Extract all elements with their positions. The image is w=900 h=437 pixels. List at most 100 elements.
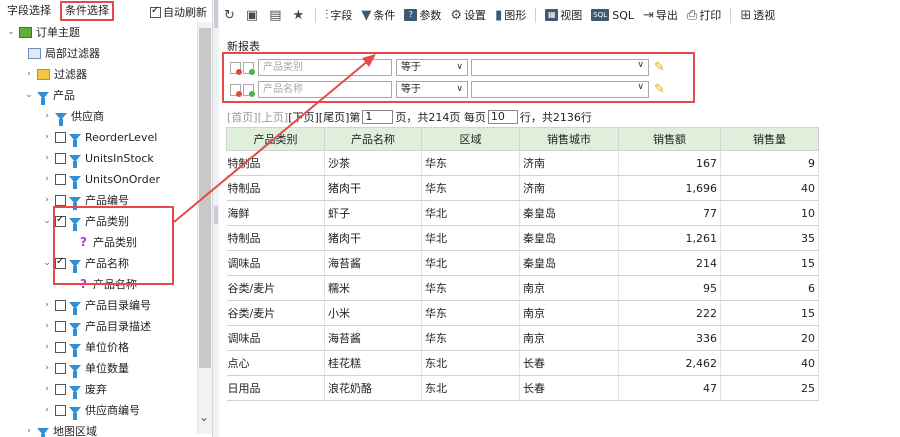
splitter-grip-mid[interactable] xyxy=(214,206,218,224)
add-condition-icon[interactable] xyxy=(243,83,255,97)
condition-field-input[interactable]: 产品类别 xyxy=(258,59,392,76)
chevron-right-icon[interactable]: › xyxy=(42,384,52,394)
print-button[interactable]: ⎙ 打印 xyxy=(687,7,721,23)
add-condition-icon[interactable] xyxy=(243,61,255,75)
tree-node-checkbox[interactable] xyxy=(55,131,66,143)
column-header[interactable]: 区域 xyxy=(421,127,520,151)
chevron-right-icon[interactable]: › xyxy=(42,300,52,310)
tree-node[interactable]: › 产品目录编号 xyxy=(42,295,151,315)
tree-node-checkbox[interactable] xyxy=(55,362,66,374)
chevron-right-icon[interactable]: › xyxy=(42,405,52,415)
chevron-down-icon[interactable]: ⌄ xyxy=(24,90,34,100)
chevron-right-icon[interactable]: › xyxy=(24,69,34,79)
column-header[interactable]: 销售城市 xyxy=(519,127,619,151)
tree-node-checkbox[interactable] xyxy=(55,341,66,353)
tree-node[interactable]: › UnitsOnOrder xyxy=(42,169,160,189)
pivot-button[interactable]: ⊞ 透视 xyxy=(740,7,775,23)
table-row[interactable]: 调味品 海苔酱 华东 南京 336 20 xyxy=(226,325,819,351)
per-page-input[interactable]: 10 xyxy=(487,110,518,124)
chevron-right-icon[interactable]: › xyxy=(42,174,52,184)
chevron-right-icon[interactable]: › xyxy=(42,132,52,142)
pager-prev[interactable]: [上页] xyxy=(258,109,289,125)
column-header[interactable]: 产品名称 xyxy=(324,127,422,151)
column-header[interactable]: 销售额 xyxy=(618,127,721,151)
condition-field-input[interactable]: 产品名称 xyxy=(258,81,392,98)
table-row[interactable]: 特制品 沙茶 华东 济南 167 9 xyxy=(226,150,819,176)
tree-node[interactable]: › 单位价格 xyxy=(42,337,129,357)
refresh-button[interactable]: ↻ xyxy=(224,8,237,23)
tree-node[interactable]: ⌄ 订单主题 xyxy=(6,22,80,42)
page-number-input[interactable]: 1 xyxy=(362,110,394,124)
condition-button[interactable]: ▼ 条件 xyxy=(361,7,395,23)
tree-node[interactable]: › 产品目录描述 xyxy=(42,316,151,336)
auto-refresh-checkbox[interactable] xyxy=(150,5,161,18)
table-row[interactable]: 谷类/麦片 糯米 华东 南京 95 6 xyxy=(226,275,819,301)
chevron-right-icon[interactable]: › xyxy=(42,195,52,205)
table-row[interactable]: 海鲜 虾子 华北 秦皇岛 77 10 xyxy=(226,200,819,226)
tree-node[interactable]: › 废弃 xyxy=(42,379,107,399)
table-row[interactable]: 特制品 猪肉干 华东 济南 1,696 40 xyxy=(226,175,819,201)
tree-node-checkbox[interactable] xyxy=(55,320,66,332)
chevron-down-icon[interactable]: ⌄ xyxy=(6,27,16,37)
table-row[interactable]: 日用品 浪花奶酪 东北 长春 47 25 xyxy=(226,375,819,401)
export-button[interactable]: ⇥ 导出 xyxy=(643,7,678,23)
tree-node-checkbox[interactable] xyxy=(55,299,66,311)
condition-value-select[interactable]: ∨ xyxy=(471,81,649,98)
condition-operator-select[interactable]: 等于 ∨ xyxy=(396,59,468,76)
pager-first[interactable]: [首页] xyxy=(227,109,258,125)
remove-condition-icon[interactable] xyxy=(230,83,242,97)
splitter-grip-top[interactable] xyxy=(214,0,218,28)
remove-condition-icon[interactable] xyxy=(230,61,242,75)
view-button[interactable]: ▦ 视图 xyxy=(545,7,582,23)
sql-button[interactable]: SQL SQL xyxy=(591,9,634,22)
tree-node-checkbox[interactable] xyxy=(55,404,66,416)
chevron-right-icon[interactable]: › xyxy=(42,363,52,373)
tree-node[interactable]: › 地图区域 xyxy=(24,421,97,437)
tree-node[interactable]: 局部过滤器 xyxy=(28,43,100,63)
table-row[interactable]: 点心 桂花糕 东北 长春 2,462 40 xyxy=(226,350,819,376)
chevron-down-icon[interactable]: ⌄ xyxy=(42,258,52,268)
tree-node[interactable]: ⌄ 产品 xyxy=(24,85,75,105)
pager-last[interactable]: [尾页] xyxy=(319,109,350,125)
tree-node[interactable]: › UnitsInStock xyxy=(42,148,154,168)
tree-node[interactable]: › 单位数量 xyxy=(42,358,129,378)
tree-node[interactable]: › ReorderLevel xyxy=(42,127,157,147)
save-button[interactable]: ▣ xyxy=(246,8,260,23)
pencil-icon[interactable]: ✎ xyxy=(654,60,665,75)
chevron-down-icon[interactable]: ⌄ xyxy=(42,216,52,226)
table-row[interactable]: 调味品 海苔酱 华北 秦皇岛 214 15 xyxy=(226,250,819,276)
column-header[interactable]: 销售量 xyxy=(720,127,819,151)
table-row[interactable]: 谷类/麦片 小米 华东 南京 222 15 xyxy=(226,300,819,326)
tab-field-selection[interactable]: 字段选择 xyxy=(7,3,51,20)
tree-node[interactable]: › 供应商编号 xyxy=(42,400,140,420)
settings-button[interactable]: ⚙ 设置 xyxy=(450,7,486,23)
condition-operator-select[interactable]: 等于 ∨ xyxy=(396,81,468,98)
funnel-icon xyxy=(69,406,81,420)
chevron-right-icon[interactable]: › xyxy=(42,153,52,163)
tree-node[interactable]: › 过滤器 xyxy=(24,64,87,84)
table-row[interactable]: 特制品 猪肉干 华北 秦皇岛 1,261 35 xyxy=(226,225,819,251)
pager-next[interactable]: [下页] xyxy=(288,109,319,125)
column-header[interactable]: 产品类别 xyxy=(226,127,325,151)
save-as-button[interactable]: ▤ xyxy=(269,8,283,23)
tree-node[interactable]: › 供应商 xyxy=(42,106,104,126)
field-button[interactable]: ⫶ 字段 xyxy=(325,7,352,23)
condition-value-select[interactable]: ∨ xyxy=(471,59,649,76)
tree-node-checkbox[interactable] xyxy=(55,194,66,206)
scroll-down-icon[interactable]: ⌄ xyxy=(199,410,209,424)
pencil-icon[interactable]: ✎ xyxy=(654,82,665,97)
chevron-right-icon[interactable]: › xyxy=(42,342,52,352)
favorite-button[interactable]: ★ xyxy=(293,8,307,23)
param-button[interactable]: ? 参数 xyxy=(404,7,441,23)
tree-scrollbar-thumb[interactable] xyxy=(199,28,211,368)
chart-button[interactable]: ▮ 图形 xyxy=(495,7,526,23)
tree-node-checkbox[interactable] xyxy=(55,383,66,395)
tree-scrollbar[interactable] xyxy=(197,22,212,434)
chevron-right-icon[interactable]: › xyxy=(24,426,34,436)
tree-node-checkbox[interactable] xyxy=(55,173,66,185)
auto-refresh-toggle[interactable]: 自动刷新 xyxy=(150,4,207,20)
tab-condition-selection[interactable]: 条件选择 xyxy=(60,1,114,21)
chevron-right-icon[interactable]: › xyxy=(42,321,52,331)
tree-node-checkbox[interactable] xyxy=(55,152,66,164)
chevron-right-icon[interactable]: › xyxy=(42,111,52,121)
